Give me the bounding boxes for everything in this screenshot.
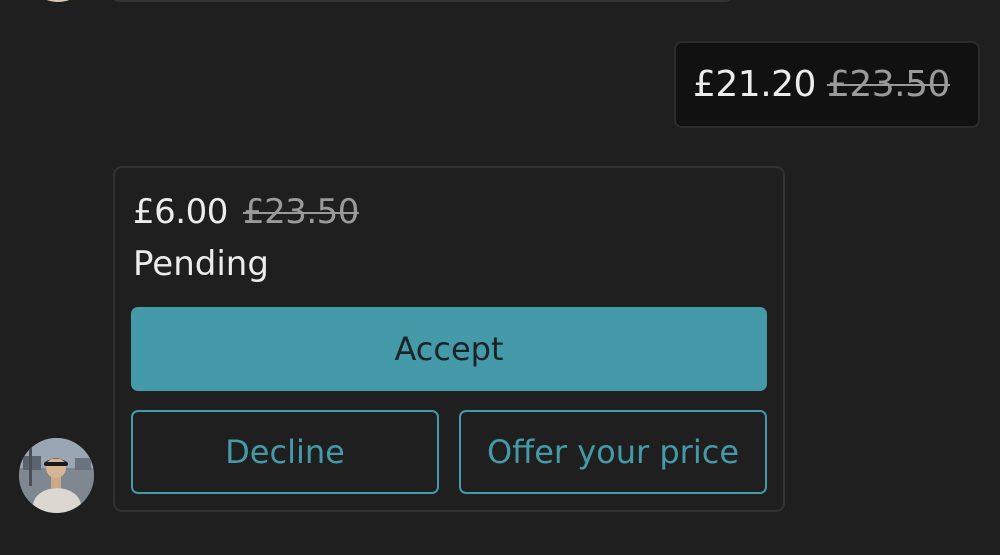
- offer-original-price: £23.50: [242, 192, 359, 232]
- my-offer-original-price: £23.50: [826, 64, 950, 105]
- offer-price-row: £6.00 £23.50: [133, 192, 359, 232]
- offer-price: £6.00: [133, 192, 228, 232]
- my-offer-price: £21.20: [693, 64, 816, 105]
- my-offer-bubble: £21.20 £23.50: [674, 41, 980, 128]
- previous-message-bubble: [112, 0, 732, 2]
- offer-status: Pending: [133, 244, 269, 284]
- accept-button[interactable]: Accept: [131, 307, 767, 391]
- sender-avatar[interactable]: [19, 438, 94, 513]
- received-offer-card: £6.00 £23.50 Pending Accept Decline Offe…: [113, 166, 785, 512]
- user-avatar-icon: [19, 438, 94, 513]
- decline-button[interactable]: Decline: [131, 410, 439, 494]
- offer-your-price-button[interactable]: Offer your price: [459, 410, 767, 494]
- previous-message-avatar[interactable]: [36, 0, 80, 2]
- user-avatar-icon: [36, 0, 80, 2]
